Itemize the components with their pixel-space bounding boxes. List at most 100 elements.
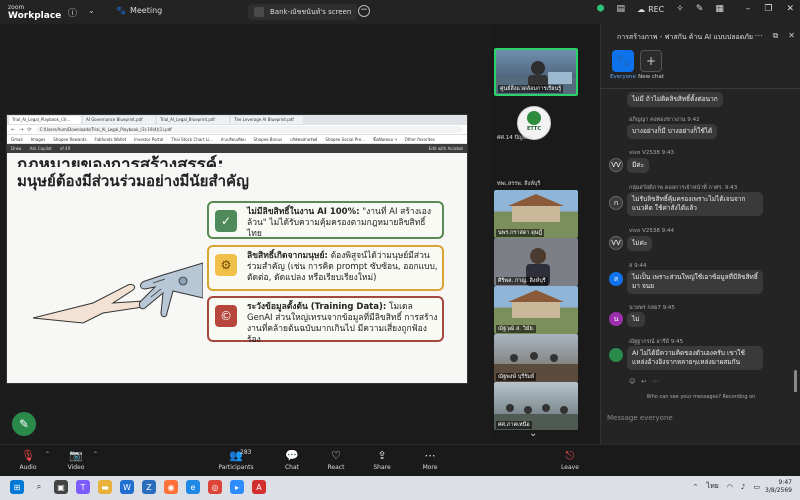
battery-icon[interactable]: ▭: [753, 483, 760, 491]
react-button[interactable]: ♡ React: [316, 449, 356, 471]
head-gear-icon: ⚙: [215, 254, 237, 276]
forward-icon[interactable]: →: [19, 127, 23, 133]
meeting-info-icon[interactable]: ⓘ: [68, 6, 77, 19]
more-button[interactable]: ⋯ More: [410, 449, 450, 471]
bookmark[interactable]: Investor Portal: [134, 137, 163, 142]
video-tile[interactable]: ศศ.ภาคเหนือ: [494, 382, 578, 430]
human-robot-hands-illustration: [33, 262, 203, 324]
card3-text: ระวังข้อมูลตั้งต้น (Training Data): โมเด…: [247, 302, 438, 346]
edge-icon[interactable]: e: [186, 480, 200, 494]
url-field[interactable]: C:/Users/Aum/Downloads/Trial_AI_Legal_Pl…: [35, 126, 463, 133]
bookmark[interactable]: Other favorites: [405, 137, 435, 142]
wifi-icon[interactable]: ◠: [727, 483, 733, 491]
participants-count: 283: [240, 449, 252, 456]
share-indicator[interactable]: Bank-ณัชชนันท์'s screen: [248, 4, 358, 20]
reload-icon[interactable]: ⟳: [27, 127, 31, 133]
leave-button[interactable]: ⎋ Leave: [550, 449, 590, 471]
slide-title-line2: มนุษย์ต้องมีส่วนร่วมอย่างมีนัยสำคัญ: [17, 172, 249, 190]
teams-icon[interactable]: T: [76, 480, 90, 494]
video-tile[interactable]: ณัฐวุฒิ ส. วิมัย.: [494, 286, 578, 334]
more-icon[interactable]: ⋯: [755, 31, 763, 41]
bookmark[interactable]: จิ๊ดต์ผิดชอบ ฯ: [373, 136, 397, 143]
minimize-icon[interactable]: –: [746, 4, 751, 14]
video-tile[interactable]: ณัฐพงษ์ บุรีรัมย์: [494, 334, 578, 382]
bookmark[interactable]: Gmail: [11, 137, 23, 142]
chat-icon: 💬: [285, 449, 299, 462]
bookmark[interactable]: Thai Stock Chart Li...: [171, 137, 213, 142]
leave-icon: ⎋: [565, 449, 575, 462]
bookmark[interactable]: Fabfunds Wallet: [95, 137, 127, 142]
minimize-share-icon[interactable]: −: [358, 5, 370, 17]
search-icon[interactable]: ⌕: [32, 480, 46, 494]
tray-chevron-icon[interactable]: ⌃: [693, 483, 699, 491]
browser-tab[interactable]: The Leverage AI Blueprint.pdf: [231, 116, 303, 124]
gallery-scroll-down-icon[interactable]: ⌄: [529, 428, 537, 439]
bookmark[interactable]: ตัวเปรียบเทียบ: [221, 136, 246, 143]
video-tile-active-speaker[interactable]: ศูนย์สิ่งแวดล้อมการเรียนรู้: [494, 48, 578, 96]
message-bubble: ไม่มี ถ้าไม่ติดลิขสิทธิ์ตั้งต่อนาก: [627, 92, 723, 107]
annotate-pen-button[interactable]: ✎: [12, 412, 36, 436]
notes-icon[interactable]: ▤: [617, 4, 626, 14]
ettc-emblem: [527, 111, 541, 125]
heart-icon: ♡: [331, 449, 341, 462]
meeting-menu[interactable]: 🐾 Meeting: [116, 6, 162, 15]
react-label: React: [327, 464, 345, 471]
close-chat-icon[interactable]: ✕: [788, 31, 795, 41]
pen-icon[interactable]: ✎: [696, 4, 704, 14]
video-tile[interactable]: ศิริพล. กาญ. สิงห์บุรี: [494, 238, 578, 286]
participants-button[interactable]: 👥 283 Participants: [214, 449, 258, 471]
zoom-meeting-icon[interactable]: ▸: [230, 480, 244, 494]
message-sender: อภิญญา คงทองชาวงาน 9:42: [629, 117, 700, 123]
bookmark[interactable]: บริษัทหลักทรัพย์: [290, 136, 317, 143]
bookmarks-bar: Gmail Images Shopee Rewards Fabfunds Wal…: [7, 135, 467, 144]
acrobat-icon[interactable]: A: [252, 480, 266, 494]
message-sender: กลุ่มสวัสดิภาพ คอลการเจ้าหน้าที่ กาศร. 9…: [629, 185, 738, 191]
share-button[interactable]: ⇪ Share: [362, 449, 402, 471]
more-icon[interactable]: ⋯: [652, 378, 658, 385]
cloud-icon: ☁: [637, 4, 646, 14]
volume-icon[interactable]: ♪: [741, 483, 745, 491]
chat-visibility-notice[interactable]: Who can see your messages? Recording on: [601, 394, 800, 404]
audio-button[interactable]: 🎙 Audio ⌃: [8, 449, 50, 471]
chevron-down-icon[interactable]: ⌄: [88, 6, 95, 15]
record-indicator[interactable]: ☁ REC: [637, 5, 664, 14]
popout-icon[interactable]: ⧉: [773, 31, 779, 41]
zoom-app-icon[interactable]: Z: [142, 480, 156, 494]
browser-tab[interactable]: AI Governance Blueprint.pdf: [83, 116, 155, 124]
channel-new-chat[interactable]: + New chat: [633, 50, 669, 80]
taskbar-clock[interactable]: 9:47 3/8/2569: [765, 479, 792, 495]
message-bubble: AI ไม่ได้มีความคิดของตัวเองครับ เขาใช้แห…: [627, 346, 763, 370]
bookmark[interactable]: Shopee Social Pre...: [325, 137, 365, 142]
chat-input[interactable]: Message everyone: [607, 414, 793, 422]
restore-icon[interactable]: ❐: [764, 4, 772, 14]
message-bubble: ไม่เป็น เพราะส่วนใหญ่ใช้เอาข้อมูลที่มีลิ…: [627, 270, 763, 294]
chevron-up-icon[interactable]: ⌃: [93, 451, 98, 458]
file-explorer-icon[interactable]: ▬: [98, 480, 112, 494]
grid-icon[interactable]: ▦: [715, 4, 724, 14]
back-icon[interactable]: ←: [11, 127, 15, 133]
chat-scrollbar[interactable]: [794, 370, 797, 392]
word-icon[interactable]: W: [120, 480, 134, 494]
close-icon[interactable]: ✕: [786, 4, 794, 14]
video-tile[interactable]: นพร.กราสดา ดุษฎี: [494, 190, 578, 238]
video-button[interactable]: 📷 Video ⌃: [56, 449, 98, 471]
start-icon[interactable]: ⊞: [10, 480, 24, 494]
bookmark[interactable]: Images: [31, 137, 46, 142]
chevron-up-icon[interactable]: ⌃: [45, 451, 50, 458]
chrome-icon[interactable]: ◎: [208, 480, 222, 494]
shield-icon[interactable]: ⬢: [597, 4, 605, 14]
pdf-edit-acrobat[interactable]: Edit with Acrobat: [429, 146, 463, 151]
reaction-icon[interactable]: ☺: [629, 378, 635, 385]
reply-icon[interactable]: ↩: [641, 378, 646, 385]
task-view-icon[interactable]: ▣: [54, 480, 68, 494]
bookmark[interactable]: Shopee Bonus: [254, 137, 283, 142]
sparkle-icon[interactable]: ✧: [676, 4, 684, 14]
microphone-muted-icon: 🎙: [21, 449, 35, 462]
browser-tab[interactable]: Trial_AI_Legal_Playbook_(3)...: [9, 116, 81, 124]
browser-tab[interactable]: Trial_AI_Legal_Blueprint.pdf: [157, 116, 229, 124]
message-bubble: มีค่ะ: [627, 158, 650, 173]
language-indicator[interactable]: ไทย: [707, 481, 719, 492]
firefox-icon[interactable]: ◉: [164, 480, 178, 494]
chat-button[interactable]: 💬 Chat: [272, 449, 312, 471]
bookmark[interactable]: Shopee Rewards: [53, 137, 86, 142]
